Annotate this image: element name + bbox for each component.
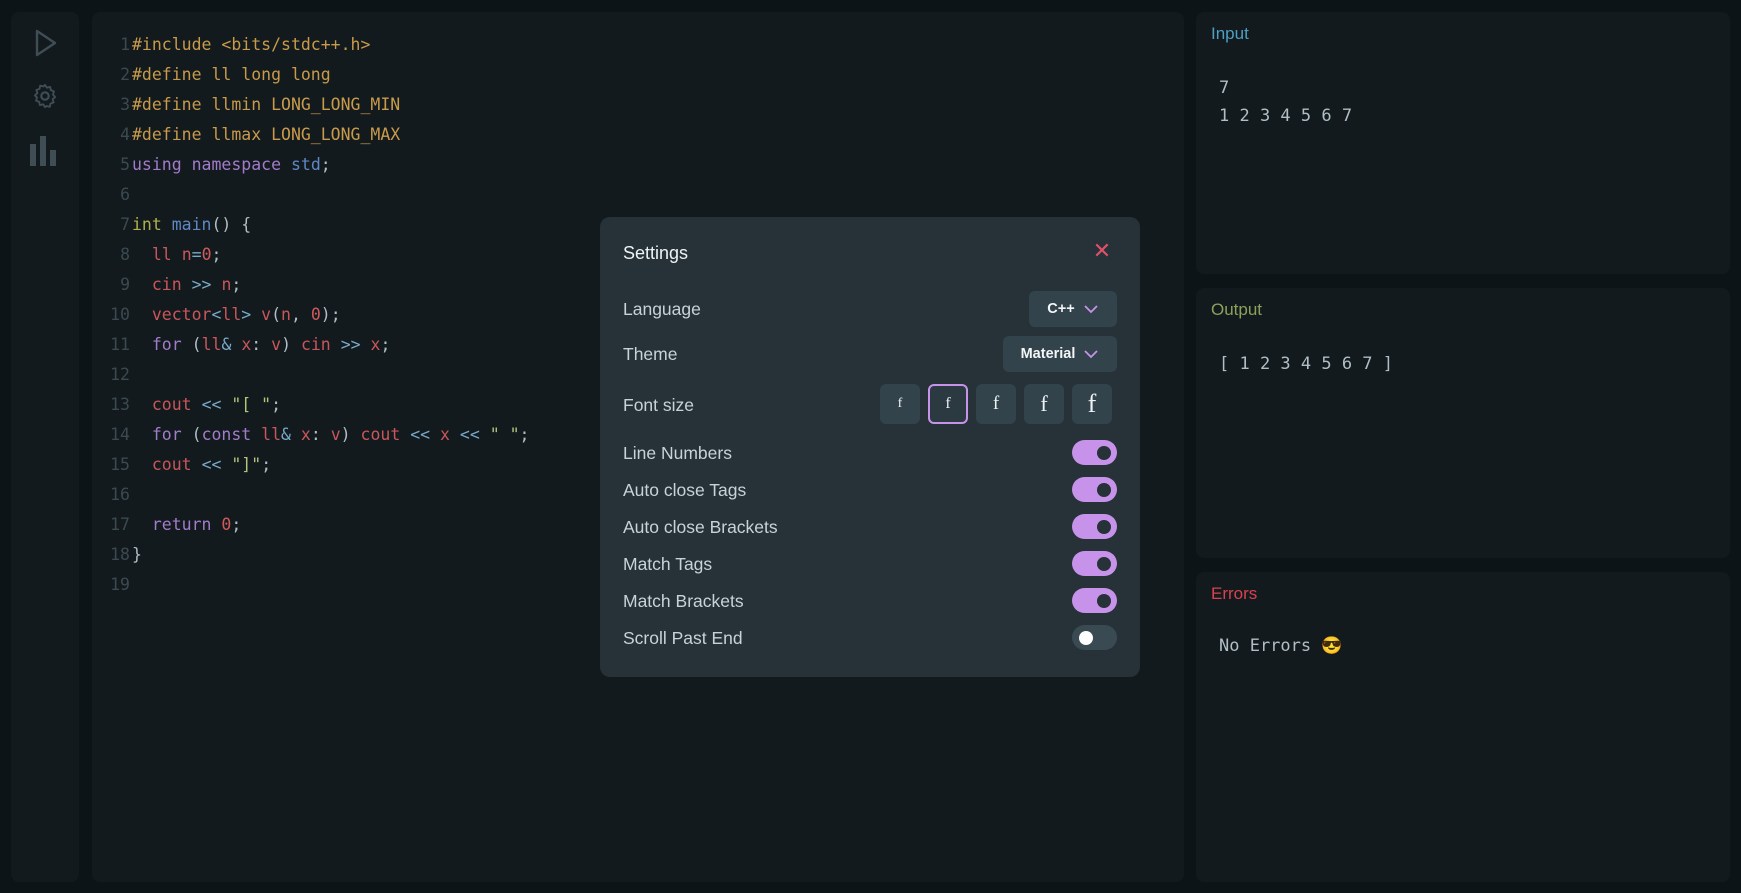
input-title: Input [1211,24,1249,43]
toggle-knob [1097,594,1111,608]
font-size-label: Font size [623,395,694,415]
toggle-label-line-numbers: Line Numbers [623,443,732,463]
font-size-option-1[interactable]: f [880,384,920,424]
toggle-label-match-brackets: Match Brackets [623,591,744,611]
errors-title: Errors [1211,584,1258,603]
code-line: 9 cin >> n; [120,275,242,294]
settings-modal: Settings ✕ Language C++ Theme Material F… [600,217,1140,677]
toggle-label-auto-close-brackets: Auto close Brackets [623,517,778,537]
match-tags-toggle[interactable] [1072,551,1117,576]
sidebar [11,12,79,882]
chevron-down-icon [1084,305,1098,314]
theme-value: Material [1020,346,1076,362]
play-icon [35,29,57,57]
toggle-knob [1097,557,1111,571]
input-textarea[interactable]: 7 1 2 3 4 5 6 7 [1219,74,1352,130]
code-line: 10 vector<ll> v(n, 0); [110,305,341,324]
code-line: 18} [110,545,142,564]
code-line: 6 [120,185,130,204]
code-line: 14 for (const ll& x: v) cout << x << " "… [110,425,530,444]
gear-icon [33,83,57,109]
auto-close-tags-toggle[interactable] [1072,477,1117,502]
toggle-knob [1097,446,1111,460]
code-line: 5 using namespace std; [120,155,331,174]
toggle-knob [1079,631,1093,645]
chevron-down-icon [1084,350,1099,359]
output-text: [ 1 2 3 4 5 6 7 ] [1219,354,1393,374]
font-size-option-2[interactable]: f [928,384,968,424]
close-button[interactable]: ✕ [1092,238,1112,263]
code-line: 12 [110,365,130,384]
errors-panel: Errors No Errors 😎 [1196,572,1730,882]
output-title: Output [1211,300,1263,319]
match-brackets-toggle[interactable] [1072,588,1117,613]
font-size-option-5[interactable]: f [1072,384,1112,424]
stats-button[interactable] [11,134,79,166]
bar-chart-icon [30,136,56,166]
code-line: 15 cout << "]"; [110,455,272,474]
theme-select[interactable]: Material [1003,336,1117,372]
code-line: 8 ll n=0; [120,245,222,264]
settings-title: Settings [623,243,689,263]
settings-button[interactable] [11,82,79,110]
code-line: 2 #define ll long long [120,65,331,84]
font-size-option-3[interactable]: f [976,384,1016,424]
close-icon: ✕ [1092,238,1112,263]
input-panel: Input 7 1 2 3 4 5 6 7 [1196,12,1730,274]
theme-label: Theme [623,344,678,364]
font-size-option-4[interactable]: f [1024,384,1064,424]
toggle-knob [1097,483,1111,497]
code-line: 1 #include <bits/stdc++.h> [120,35,371,54]
line-numbers-toggle[interactable] [1072,440,1117,465]
code-line: 16 [110,485,130,504]
code-line: 4 #define llmax LONG_LONG_MAX [120,125,401,144]
output-panel: Output [ 1 2 3 4 5 6 7 ] [1196,288,1730,558]
auto-close-brackets-toggle[interactable] [1072,514,1117,539]
code-line: 19 [110,575,130,594]
toggle-label-match-tags: Match Tags [623,554,713,574]
code-line: 3 #define llmin LONG_LONG_MIN [120,95,401,114]
language-label: Language [623,299,701,319]
code-line: 13 cout << "[ "; [110,395,282,414]
toggle-knob [1097,520,1111,534]
scroll-past-end-toggle[interactable] [1072,625,1117,650]
errors-text: No Errors 😎 [1219,636,1343,656]
toggle-label-scroll-past-end: Scroll Past End [623,628,743,648]
toggle-label-auto-close-tags: Auto close Tags [623,480,747,500]
code-line: 17 return 0; [110,515,242,534]
language-select[interactable]: C++ [1029,291,1117,327]
code-line: 7 int main() { [120,215,252,234]
language-value: C++ [1047,301,1075,317]
run-button[interactable] [11,28,79,58]
code-line: 11 for (ll& x: v) cin >> x; [110,335,391,354]
